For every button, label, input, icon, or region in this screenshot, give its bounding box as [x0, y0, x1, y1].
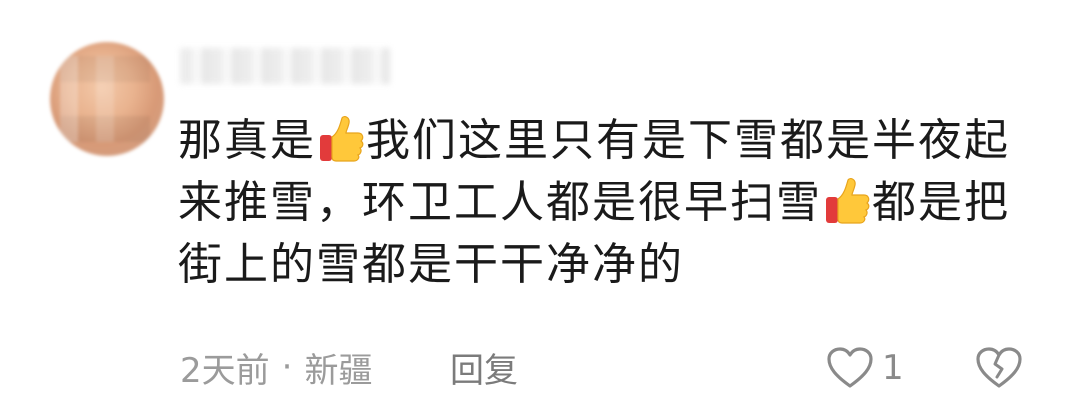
like-count: 1 — [882, 348, 904, 388]
heart-outline-icon — [827, 347, 873, 388]
thumbs-up-emoji-icon — [320, 116, 364, 162]
dislike-button[interactable] — [975, 343, 1023, 393]
comment-meta: 2天前 · 新疆 — [180, 345, 373, 391]
broken-heart-icon — [976, 347, 1022, 388]
comment-text-segment: 那真是 — [178, 115, 316, 166]
comment-line-1: 那真是 我们这里只有是下雪都是半夜起 — [178, 110, 1048, 172]
comment-text-segment: 来推雪，环卫工人都是很早扫雪 — [178, 177, 822, 228]
comment-text-segment: 都是把 — [872, 177, 1010, 228]
username-blurred[interactable] — [180, 48, 390, 84]
comment-line-3: 街上的雪都是干干净净的 — [178, 239, 684, 290]
meta-separator: · — [281, 347, 293, 387]
thumbs-up-emoji-icon — [826, 178, 870, 224]
like-button[interactable]: 1 — [826, 343, 904, 393]
comment-line-2: 来推雪，环卫工人都是很早扫雪 都是把 — [178, 172, 1048, 234]
comment-text: 那真是 我们这里只有是下雪都是半夜起 来推雪，环卫工人都是很早扫雪 都是把 街上… — [178, 110, 1048, 296]
comment-text-segment: 我们这里只有是下雪都是半夜起 — [366, 115, 1010, 166]
avatar[interactable] — [50, 42, 164, 156]
reply-button[interactable]: 回复 — [450, 345, 518, 391]
comment-time: 2天前 — [180, 350, 270, 391]
reply-label: 回复 — [450, 350, 518, 391]
comment-item: 那真是 我们这里只有是下雪都是半夜起 来推雪，环卫工人都是很早扫雪 都是把 街上… — [0, 0, 1077, 405]
comment-location: 新疆 — [304, 350, 373, 391]
